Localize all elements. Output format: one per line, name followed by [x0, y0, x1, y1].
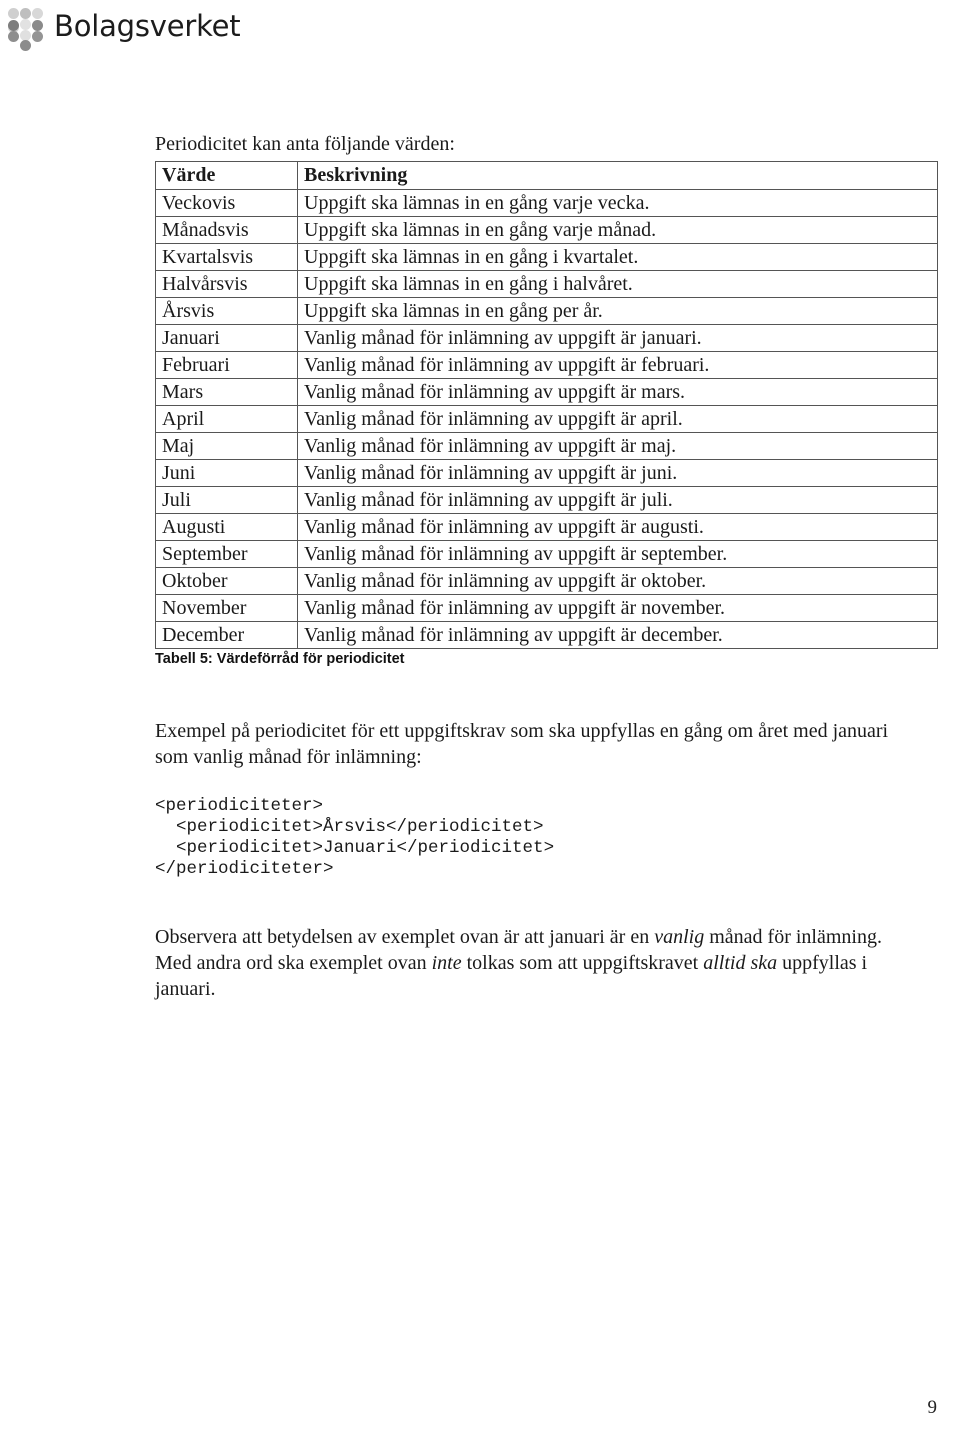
- column-header-description: Beskrivning: [297, 161, 938, 190]
- note-italic-alltid-ska: alltid ska: [703, 952, 778, 974]
- table-caption: Tabell 5: Värdeförråd för periodicitet: [155, 651, 405, 667]
- note-part-3: tolkas som att uppgiftskravet: [461, 952, 704, 974]
- lead-in-text: Periodicitet kan anta följande värden:: [155, 133, 455, 155]
- cell-value: December: [155, 621, 298, 649]
- column-header-value: Värde: [155, 161, 298, 190]
- note-part-1: Observera att betydelsen av exemplet ova…: [155, 926, 655, 948]
- cell-description: Vanlig månad för inlämning av uppgift är…: [297, 594, 938, 622]
- periodicitet-values-table: Värde Beskrivning Veckovis Uppgift ska lä…: [155, 161, 938, 649]
- cell-description: Vanlig månad för inlämning av uppgift är…: [297, 459, 938, 487]
- table-row: April Vanlig månad för inlämning av uppgi…: [155, 405, 938, 433]
- cell-description: Vanlig månad för inlämning av uppgift är…: [297, 567, 938, 595]
- cell-value: Maj: [155, 432, 298, 460]
- table-row: Juli Vanlig månad för inlämning av uppgif…: [155, 486, 938, 514]
- logo-dot-2: [20, 8, 31, 19]
- cell-description: Uppgift ska lämnas in en gång varje veck…: [297, 189, 938, 217]
- cell-value: Augusti: [155, 513, 298, 541]
- logo-dot-6: [32, 20, 43, 31]
- cell-value: Årsvis: [155, 297, 298, 325]
- cell-value: Januari: [155, 324, 298, 352]
- cell-value: Veckovis: [155, 189, 298, 217]
- logo-dot-10: [20, 40, 31, 51]
- cell-value: April: [155, 405, 298, 433]
- cell-description: Vanlig månad för inlämning av uppgift är…: [297, 324, 938, 352]
- table-row: Kvartalsvis Uppgift ska lämnas in en gång…: [155, 243, 938, 271]
- cell-description: Uppgift ska lämnas in en gång i halvåret…: [297, 270, 938, 298]
- cell-description: Vanlig månad för inlämning av uppgift är…: [297, 621, 938, 649]
- note-italic-inte: inte: [431, 952, 462, 974]
- table-row: September Vanlig månad för inlämning av u…: [155, 540, 938, 568]
- table-row: December Vanlig månad för inlämning av up…: [155, 621, 938, 649]
- cell-value: Mars: [155, 378, 298, 406]
- logo-dot-7: [8, 31, 19, 42]
- note-paragraph: Observera att betydelsen av exemplet ova…: [155, 924, 910, 1002]
- table-body: Veckovis Uppgift ska lämnas in en gång va…: [155, 189, 938, 649]
- cell-value: Halvårsvis: [155, 270, 298, 298]
- cell-value: Månadsvis: [155, 216, 298, 244]
- page-number: 9: [927, 1397, 938, 1418]
- cell-value: Juli: [155, 486, 298, 514]
- logo-dot-3: [32, 8, 43, 19]
- table-row: Augusti Vanlig månad för inlämning av upp…: [155, 513, 938, 541]
- cell-description: Vanlig månad för inlämning av uppgift är…: [297, 378, 938, 406]
- cell-value: Oktober: [155, 567, 298, 595]
- logo-dot-4: [8, 20, 19, 31]
- cell-value: Juni: [155, 459, 298, 487]
- cell-description: Uppgift ska lämnas in en gång varje måna…: [297, 216, 938, 244]
- table-row: November Vanlig månad för inlämning av up…: [155, 594, 938, 622]
- table-row: Mars Vanlig månad för inlämning av uppgif…: [155, 378, 938, 406]
- table-row: Januari Vanlig månad för inlämning av upp…: [155, 324, 938, 352]
- cell-description: Vanlig månad för inlämning av uppgift är…: [297, 432, 938, 460]
- table-row: Månadsvis Uppgift ska lämnas in en gång v…: [155, 216, 938, 244]
- logo-dot-1: [8, 8, 19, 19]
- cell-description: Vanlig månad för inlämning av uppgift är…: [297, 486, 938, 514]
- document-body: Periodicitet kan anta följande värden: V…: [155, 0, 945, 1002]
- table-row: Juni Vanlig månad för inlämning av uppgif…: [155, 459, 938, 487]
- dot-flower-logo-icon: [8, 8, 44, 51]
- cell-value: Kvartalsvis: [155, 243, 298, 271]
- cell-description: Vanlig månad för inlämning av uppgift är…: [297, 405, 938, 433]
- cell-description: Uppgift ska lämnas in en gång i kvartale…: [297, 243, 938, 271]
- table-row: Februari Vanlig månad för inlämning av up…: [155, 351, 938, 379]
- cell-description: Uppgift ska lämnas in en gång per år.: [297, 297, 938, 325]
- table-row: Årsvis Uppgift ska lämnas in en gång per …: [155, 297, 938, 325]
- table-row: Maj Vanlig månad för inlämning av uppgift…: [155, 432, 938, 460]
- cell-value: November: [155, 594, 298, 622]
- cell-description: Vanlig månad för inlämning av uppgift är…: [297, 351, 938, 379]
- xml-example-code: <periodiciteter> <periodicitet>Årsvis</p…: [155, 796, 555, 879]
- logo-dot-5: [20, 19, 31, 30]
- note-italic-vanlig: vanlig: [654, 926, 705, 948]
- logo-dot-9: [32, 31, 43, 42]
- cell-description: Vanlig månad för inlämning av uppgift är…: [297, 513, 938, 541]
- cell-description: Vanlig månad för inlämning av uppgift är…: [297, 540, 938, 568]
- example-intro-paragraph: Exempel på periodicitet för ett uppgifts…: [155, 720, 889, 768]
- table-header-row: Värde Beskrivning: [155, 161, 938, 190]
- cell-value: Februari: [155, 351, 298, 379]
- table-row: Halvårsvis Uppgift ska lämnas in en gång …: [155, 270, 938, 298]
- table-row: Veckovis Uppgift ska lämnas in en gång va…: [155, 189, 938, 217]
- table-row: Oktober Vanlig månad för inlämning av upp…: [155, 567, 938, 595]
- cell-value: September: [155, 540, 298, 568]
